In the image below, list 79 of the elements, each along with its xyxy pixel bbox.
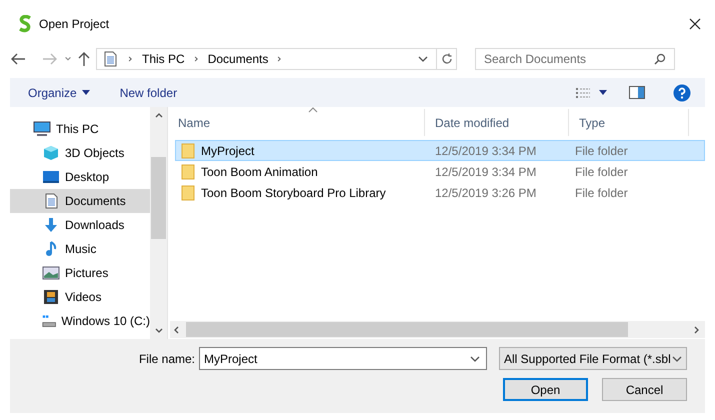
file-name: MyProject (201, 142, 254, 160)
sidebar-label: Desktop (65, 169, 110, 186)
refresh-icon[interactable] (440, 53, 452, 65)
monitor-icon (42, 169, 60, 185)
chevron-right-icon (127, 54, 134, 64)
help-icon[interactable] (673, 84, 691, 102)
dropdown-caret-icon (470, 354, 480, 364)
folder-icon (181, 142, 195, 158)
file-row[interactable]: Toon Boom Storyboard Pro Library 12/5/2019 3:26 PM File folder (175, 182, 705, 203)
column-header[interactable]: Date modified (425, 109, 569, 136)
file-name-field[interactable]: MyProject (199, 347, 487, 370)
file-row[interactable]: MyProject 12/5/2019 3:34 PM File folder (175, 140, 705, 161)
close-icon[interactable] (689, 18, 701, 30)
sidebar-item[interactable]: Music (10, 237, 150, 261)
sidebar-item[interactable]: Downloads (10, 213, 150, 237)
date-cell-text: 12/5/2019 3:34 PM (434, 142, 538, 160)
organize-button[interactable]: Organize (28, 84, 90, 102)
new-folder-button[interactable]: New folder (120, 84, 178, 102)
vertical-scrollbar[interactable] (150, 107, 167, 339)
film-icon (42, 289, 60, 305)
column-header[interactable]: Type (569, 109, 689, 136)
preview-pane-icon[interactable] (629, 86, 645, 99)
breadcrumb-item[interactable]: This PC (142, 50, 185, 68)
dropdown-caret-icon (672, 354, 682, 364)
search-input[interactable]: Search Documents (484, 50, 654, 68)
dialog-button[interactable]: Cancel (602, 378, 687, 401)
type-cell-text: File folder (574, 142, 628, 160)
dropdown-caret-icon (418, 54, 428, 64)
drive-icon (42, 313, 56, 329)
type-cell-text: File folder (574, 184, 628, 202)
sort-caret-icon (308, 107, 318, 113)
sidebar-label: Videos (65, 289, 102, 306)
sidebar-label: Downloads (65, 217, 124, 234)
file-name-label: File name: (138, 350, 195, 368)
sidebar-label: This PC (56, 121, 99, 138)
file-name-input[interactable]: MyProject (204, 350, 470, 368)
app-logo-icon (18, 15, 33, 33)
caret-icon[interactable] (599, 90, 607, 95)
window-title: Open Project (39, 16, 110, 33)
sidebar-label: Pictures (65, 265, 108, 282)
chevron-right-icon (192, 54, 200, 64)
column-header[interactable]: Name (168, 109, 425, 136)
sidebar-label: Documents (65, 193, 126, 210)
sidebar-item[interactable]: Documents (10, 189, 150, 213)
sidebar-item[interactable]: Windows 10 (C:) (10, 309, 150, 333)
picture-icon (42, 265, 60, 281)
caret-icon (82, 90, 90, 95)
sidebar-item[interactable]: Videos (10, 285, 150, 309)
sidebar-item[interactable]: Desktop (10, 165, 150, 189)
sidebar-item[interactable]: This PC (10, 117, 150, 141)
folder-icon (181, 184, 195, 200)
back-arrow-icon[interactable] (10, 53, 26, 65)
sidebar-label: 3D Objects (65, 145, 124, 162)
sidebar-item[interactable]: 3D Objects (10, 141, 150, 165)
chevron-right-icon (276, 54, 284, 64)
sidebar-label: Windows 10 (C:) (61, 313, 150, 330)
file-row[interactable]: Toon Boom Animation 12/5/2019 3:34 PM File folder (175, 161, 705, 182)
sidebar-item[interactable]: Pictures (10, 261, 150, 285)
sidebar-label: Music (65, 241, 96, 258)
dialog-button[interactable]: Open (503, 378, 588, 401)
address-bar[interactable]: This PC Documents (96, 48, 457, 70)
dropdown-caret-icon (64, 55, 72, 63)
file-name: Toon Boom Storyboard Pro Library (201, 184, 386, 202)
view-list-icon[interactable] (575, 86, 591, 98)
down-arrow-icon (42, 217, 60, 233)
date-cell-text: 12/5/2019 3:34 PM (434, 164, 538, 180)
folder-icon (181, 164, 195, 180)
computer-icon (33, 121, 51, 137)
file-type-value: All Supported File Format (*.sbl (504, 350, 670, 368)
breadcrumb-item[interactable]: Documents (208, 50, 268, 68)
date-cell-text: 12/5/2019 3:26 PM (434, 184, 538, 202)
type-cell-text: File folder (574, 164, 628, 180)
search-field[interactable]: Search Documents (475, 48, 675, 70)
horizontal-scrollbar[interactable] (170, 321, 705, 338)
file-name: Toon Boom Animation (201, 164, 318, 180)
up-arrow-icon[interactable] (78, 51, 90, 67)
search-icon[interactable] (654, 53, 666, 65)
cube-icon (42, 145, 60, 161)
file-type-dropdown[interactable]: All Supported File Format (*.sbl (499, 347, 687, 370)
